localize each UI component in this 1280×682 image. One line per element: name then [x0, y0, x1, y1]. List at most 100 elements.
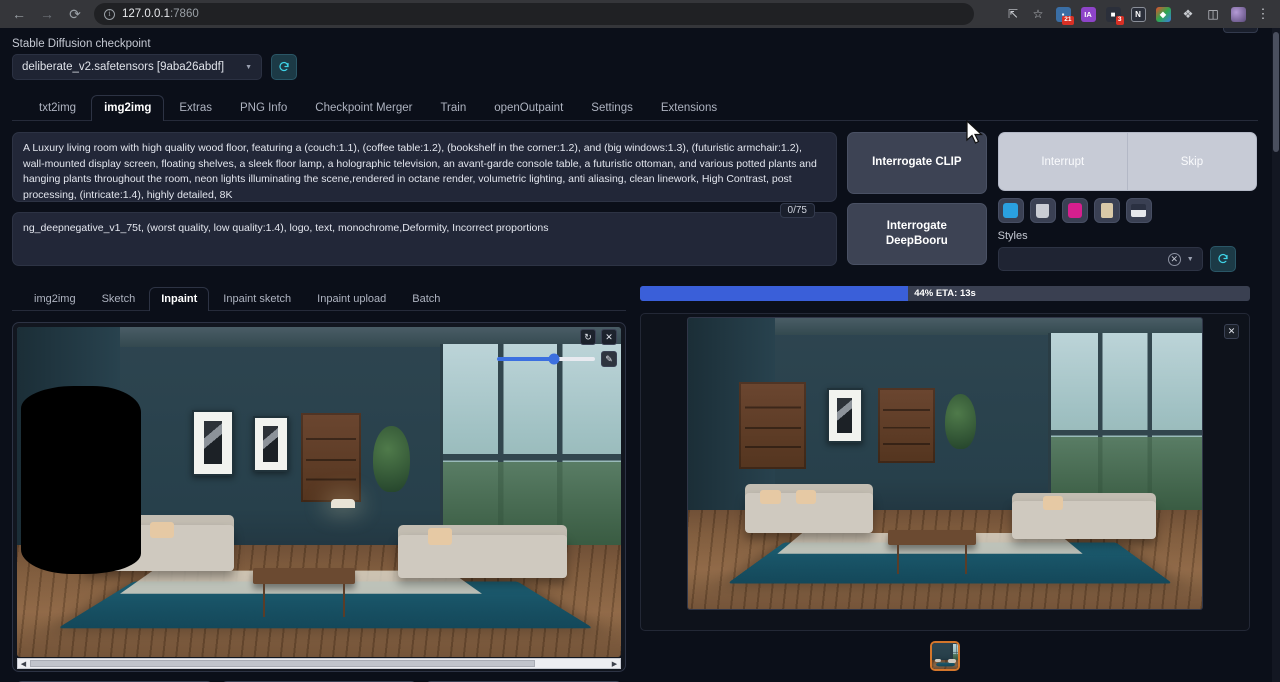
url-text: 127.0.0.1:7860 [122, 8, 199, 20]
brush-size-slider[interactable] [497, 357, 595, 361]
refresh-styles-icon[interactable] [1210, 246, 1236, 272]
scroll-left-icon[interactable]: ◀ [18, 659, 29, 668]
back-arrow-icon[interactable]: ← [6, 2, 32, 26]
image-tab-inpaint-upload[interactable]: Inpaint upload [305, 287, 398, 311]
page-scrollbar[interactable] [1272, 28, 1280, 682]
canvas-scroll-thumb[interactable] [30, 660, 535, 667]
image-tab-batch[interactable]: Batch [400, 287, 452, 311]
avatar[interactable] [1227, 3, 1249, 25]
positive-token-counter: 0/75 [1223, 28, 1258, 33]
skip-button[interactable]: Skip [1127, 132, 1257, 191]
checkpoint-value: deliberate_v2.safetensors [9aba26abdf] [22, 61, 224, 73]
puzzle-icon[interactable]: ❖ [1177, 3, 1199, 25]
gallery-thumbnail[interactable] [930, 641, 960, 671]
remove-image-icon[interactable]: ✕ [601, 329, 617, 345]
canvas-horizontal-scrollbar[interactable]: ◀ ▶ [17, 658, 621, 669]
browser-actions: ⇱ ☆ ▪21 IA ■3 N ◆ ❖ ◫ ⋮ [1002, 3, 1274, 25]
inpaint-mask [21, 386, 142, 574]
result-image[interactable] [688, 318, 1202, 609]
checkpoint-label: Stable Diffusion checkpoint [12, 38, 1258, 50]
checkpoint-row: deliberate_v2.safetensors [9aba26abdf] ▼ [12, 54, 1258, 80]
negative-token-counter: 0/75 [780, 203, 815, 218]
brush-icon[interactable]: ✎ [601, 351, 617, 367]
clear-icon[interactable]: ✕ [1168, 253, 1181, 266]
prompt-tool-row [998, 198, 1257, 223]
image-tab-img2img[interactable]: img2img [22, 287, 88, 311]
extension-grammarly-glyph: ▪21 [1056, 7, 1071, 22]
negative-prompt-input[interactable]: ng_deepnegative_v1_75t, (worst quality, … [12, 212, 837, 266]
extension-colorpicker[interactable]: ◆ [1152, 3, 1174, 25]
styles-label: Styles [998, 230, 1257, 242]
result-image-container[interactable]: ✕ [640, 313, 1250, 631]
image-pane: img2img Sketch Inpaint Inpaint sketch In… [12, 286, 626, 682]
source-image-livingroom [17, 327, 621, 657]
mouse-cursor [965, 120, 985, 146]
star-icon[interactable]: ☆ [1027, 3, 1049, 25]
site-info-icon[interactable]: i [104, 9, 115, 20]
extension-badge: 3 [1116, 16, 1124, 25]
tab-openoutpaint[interactable]: openOutpaint [481, 95, 576, 121]
prompt-area: 0/75 A Luxury living room with high qual… [12, 121, 1258, 272]
paste-style-icon[interactable] [1126, 198, 1152, 223]
lower-panes: img2img Sketch Inpaint Inpaint sketch In… [12, 272, 1258, 682]
tab-extensions[interactable]: Extensions [648, 95, 730, 121]
tab-png-info[interactable]: PNG Info [227, 95, 300, 121]
sidebar-icon[interactable]: ◫ [1202, 3, 1224, 25]
styles-select[interactable]: ✕ ▼ [998, 247, 1203, 271]
checkpoint-select[interactable]: deliberate_v2.safetensors [9aba26abdf] ▼ [12, 54, 262, 80]
extension-screen-recorder[interactable]: ■3 [1102, 3, 1124, 25]
stable-diffusion-webui: Stable Diffusion checkpoint deliberate_v… [0, 28, 1280, 682]
forward-arrow-icon[interactable]: → [34, 2, 60, 26]
browser-toolbar: ← → ⟳ i 127.0.0.1:7860 ⇱ ☆ ▪21 IA ■3 N ◆… [0, 0, 1280, 28]
positive-prompt-input[interactable]: A Luxury living room with high quality w… [12, 132, 837, 202]
extension-badge: 21 [1062, 16, 1073, 25]
progress-text: 44% ETA: 13s [640, 286, 1250, 301]
interrupt-button[interactable]: Interrupt [998, 132, 1127, 191]
result-gallery [640, 641, 1250, 671]
image-tab-sketch[interactable]: Sketch [90, 287, 148, 311]
interrogate-column: Interrogate CLIP Interrogate DeepBooru [847, 132, 987, 272]
tab-settings[interactable]: Settings [578, 95, 646, 121]
extension-ia-glyph: IA [1081, 7, 1096, 22]
interrogate-deepbooru-button[interactable]: Interrogate DeepBooru [847, 203, 987, 265]
progress-bar: 44% ETA: 13s [640, 286, 1250, 301]
extra-networks-icon[interactable] [1062, 198, 1088, 223]
image-tab-inpaint-sketch[interactable]: Inpaint sketch [211, 287, 303, 311]
brush-size-knob[interactable] [548, 354, 559, 365]
save-style-icon[interactable] [1094, 198, 1120, 223]
undo-icon[interactable]: ↻ [580, 329, 596, 345]
avatar-glyph [1231, 7, 1246, 22]
thumbnail-image [932, 643, 958, 669]
refresh-checkpoint-icon[interactable] [271, 54, 297, 80]
chevron-down-icon[interactable]: ▼ [1187, 256, 1194, 263]
inpaint-canvas[interactable]: ↻ ✕ ✎ ◀ ▶ [12, 322, 626, 672]
extension-grammarly[interactable]: ▪21 [1052, 3, 1074, 25]
prompt-side-controls: Interrogate CLIP Interrogate DeepBooru I… [847, 132, 1257, 272]
canvas-tool-row: ↻ ✕ [580, 329, 617, 345]
inpaint-canvas-image[interactable] [17, 327, 621, 657]
extension-screen-recorder-glyph: ■3 [1106, 7, 1121, 22]
apply-style-icon[interactable] [998, 198, 1024, 223]
prompt-column: 0/75 A Luxury living room with high qual… [12, 132, 837, 272]
extension-notion[interactable]: N [1127, 3, 1149, 25]
page-scrollbar-thumb[interactable] [1273, 32, 1279, 152]
tab-img2img[interactable]: img2img [91, 95, 164, 121]
reload-icon[interactable]: ⟳ [62, 2, 88, 26]
extension-notion-glyph: N [1131, 7, 1146, 22]
styles-row: ✕ ▼ [998, 246, 1257, 272]
kebab-menu-icon[interactable]: ⋮ [1252, 3, 1274, 25]
address-bar[interactable]: i 127.0.0.1:7860 [94, 3, 974, 25]
generated-image-livingroom [688, 318, 1202, 609]
extension-colorpicker-glyph: ◆ [1156, 7, 1171, 22]
clear-prompt-icon[interactable] [1030, 198, 1056, 223]
tab-extras[interactable]: Extras [166, 95, 225, 121]
share-icon[interactable]: ⇱ [1002, 3, 1024, 25]
extension-ia[interactable]: IA [1077, 3, 1099, 25]
tab-checkpoint-merger[interactable]: Checkpoint Merger [302, 95, 425, 121]
image-tab-inpaint[interactable]: Inpaint [149, 287, 209, 311]
generate-controls: Interrupt Skip [998, 132, 1257, 272]
close-result-icon[interactable]: ✕ [1224, 324, 1239, 339]
tab-train[interactable]: Train [427, 95, 479, 121]
tab-txt2img[interactable]: txt2img [26, 95, 89, 121]
scroll-right-icon[interactable]: ▶ [609, 659, 620, 668]
